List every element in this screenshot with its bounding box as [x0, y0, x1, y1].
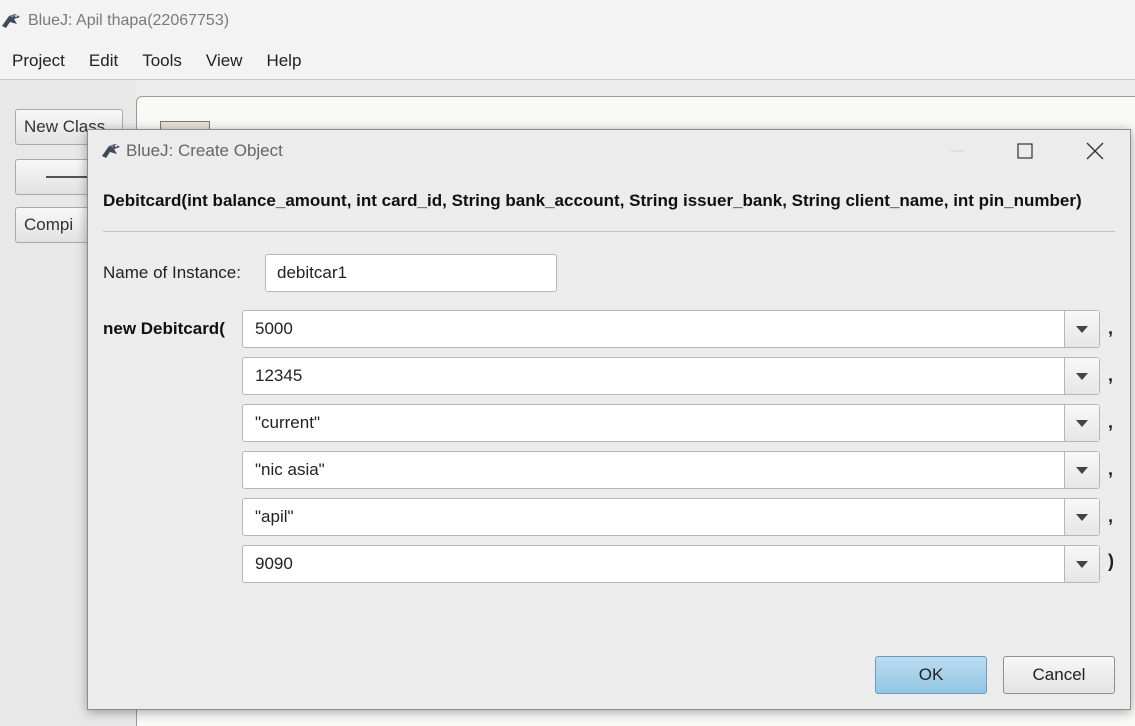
close-button[interactable] [1060, 130, 1130, 172]
instance-name-input[interactable] [265, 254, 557, 292]
param-input-issuer-bank[interactable] [243, 452, 1065, 488]
maximize-icon [1017, 143, 1033, 159]
param-input-bank-account[interactable] [243, 405, 1065, 441]
param-combo-2[interactable] [242, 357, 1100, 395]
param-separator: , [1108, 318, 1114, 338]
chevron-down-icon [1076, 419, 1088, 427]
param-input-pin-number[interactable] [243, 546, 1065, 582]
create-object-dialog: BlueJ: Create Object Debitcard(int balan… [87, 129, 1131, 710]
menubar: Project Edit Tools View Help [0, 42, 1135, 80]
constructor-call-label: new Debitcard( [103, 319, 225, 338]
chevron-down-icon [1076, 513, 1088, 521]
ok-button[interactable]: OK [875, 656, 987, 694]
instance-name-label: Name of Instance: [103, 263, 241, 282]
main-titlebar: BlueJ: Apil thapa(22067753) [0, 0, 1135, 42]
param-dropdown-button[interactable] [1064, 405, 1099, 441]
constructor-signature: Debitcard(int balance_amount, int card_i… [103, 191, 1082, 210]
chevron-down-icon [1076, 560, 1088, 568]
chevron-down-icon [1076, 372, 1088, 380]
bluej-bird-icon [102, 144, 120, 158]
param-separator: , [1108, 459, 1114, 479]
param-combo-3[interactable] [242, 404, 1100, 442]
chevron-down-icon [1076, 466, 1088, 474]
separator [103, 231, 1115, 232]
param-input-balance-amount[interactable] [243, 311, 1065, 347]
param-dropdown-button[interactable] [1064, 452, 1099, 488]
dialog-titlebar: BlueJ: Create Object [88, 130, 1130, 172]
param-separator: , [1108, 506, 1114, 526]
menu-project[interactable]: Project [0, 51, 77, 71]
param-dropdown-button[interactable] [1064, 499, 1099, 535]
menu-edit[interactable]: Edit [77, 51, 130, 71]
close-icon [1086, 142, 1104, 160]
param-combo-4[interactable] [242, 451, 1100, 489]
dialog-title: BlueJ: Create Object [126, 141, 283, 160]
bluej-bird-icon [2, 14, 20, 28]
param-combo-1[interactable] [242, 310, 1100, 348]
param-input-card-id[interactable] [243, 358, 1065, 394]
param-combo-5[interactable] [242, 498, 1100, 536]
menu-view[interactable]: View [194, 51, 255, 71]
chevron-down-icon [1076, 325, 1088, 333]
maximize-button[interactable] [990, 130, 1060, 172]
minimize-button[interactable] [922, 130, 992, 172]
param-dropdown-button[interactable] [1064, 546, 1099, 582]
param-input-client-name[interactable] [243, 499, 1065, 535]
closing-paren: ) [1108, 551, 1114, 571]
menu-tools[interactable]: Tools [130, 51, 194, 71]
param-separator: , [1108, 412, 1114, 432]
param-combo-6[interactable] [242, 545, 1100, 583]
param-dropdown-button[interactable] [1064, 311, 1099, 347]
main-window-title: BlueJ: Apil thapa(22067753) [28, 12, 230, 29]
menu-help[interactable]: Help [254, 51, 313, 71]
param-dropdown-button[interactable] [1064, 358, 1099, 394]
minimize-icon [950, 150, 964, 152]
cancel-button[interactable]: Cancel [1003, 656, 1115, 694]
param-separator: , [1108, 365, 1114, 385]
